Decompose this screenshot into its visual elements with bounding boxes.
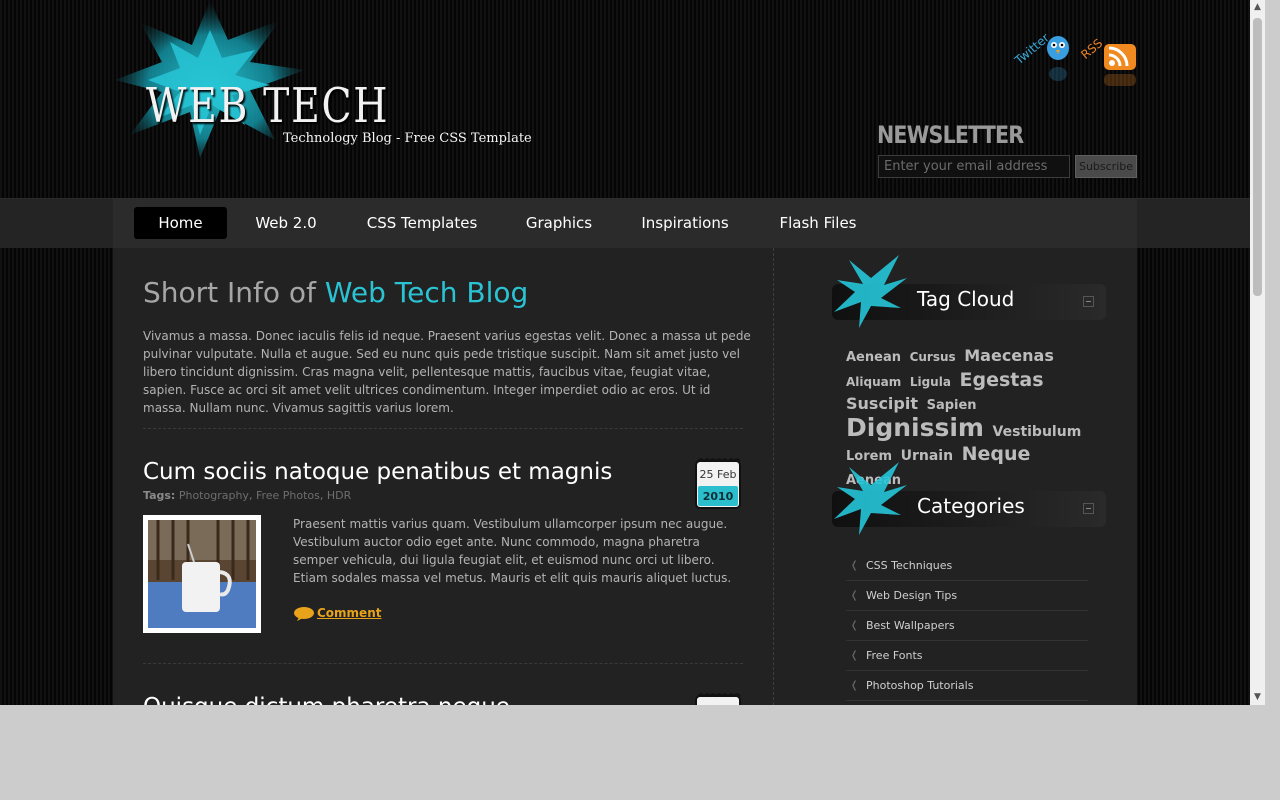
bullet-icon: ❬ <box>850 650 859 661</box>
speech-bubble-icon <box>294 606 314 621</box>
bullet-icon: ❬ <box>850 560 859 571</box>
tag-link-free-photos[interactable]: Free Photos <box>256 489 320 502</box>
rss-link[interactable]: RSS <box>1078 36 1105 62</box>
minimize-icon[interactable] <box>1083 503 1094 514</box>
site-title[interactable]: WEB TECH <box>146 78 389 134</box>
intro-text: Vivamus a massa. Donec iaculis felis id … <box>143 329 751 415</box>
intro-title-accent: Web Tech Blog <box>324 276 529 309</box>
category-item[interactable]: ❬ Web Design Tips <box>846 581 1088 611</box>
vertical-scrollbar[interactable]: ▲ ▼ <box>1250 0 1265 705</box>
comment-link[interactable]: Comment <box>293 606 381 621</box>
tag-link[interactable]: Ligula <box>910 375 951 389</box>
nav-bar-inner: Home Web 2.0 CSS Templates Graphics Insp… <box>113 199 1137 249</box>
newsletter-email-input[interactable] <box>878 155 1070 178</box>
calendar-icon <box>695 693 741 705</box>
main-nav: Home Web 2.0 CSS Templates Graphics Insp… <box>0 198 1250 249</box>
subscribe-button[interactable]: Subscribe <box>1075 155 1137 178</box>
tag-link[interactable]: Neque <box>962 443 1031 465</box>
bullet-icon: ❬ <box>850 590 859 601</box>
category-item[interactable]: ❬ Photoshop Tutorials <box>846 671 1088 701</box>
date-badge: 25 Feb 2010 <box>695 458 741 510</box>
tag-link[interactable]: Suscipit <box>846 394 918 413</box>
intro-title-plain: Short Info of <box>143 276 325 309</box>
tag-link[interactable]: Sapien <box>927 398 977 413</box>
divider <box>143 663 743 664</box>
category-list: ❬ CSS Techniques ❬ Web Design Tips ❬ Best W… <box>846 551 1088 701</box>
date-day: 25 Feb <box>699 468 737 481</box>
nav-item-graphics[interactable]: Graphics <box>513 207 605 239</box>
category-label: Free Fonts <box>866 649 923 662</box>
scrollbar-thumb[interactable] <box>1253 18 1262 296</box>
date-badge <box>695 693 741 705</box>
window-background <box>0 705 1280 800</box>
twitter-bird-icon[interactable] <box>1044 34 1072 84</box>
post-title[interactable]: Quisque dictum pharetra neque <box>143 694 510 705</box>
site-header: WEB TECH Technology Blog - Free CSS Temp… <box>0 0 1250 198</box>
site-tagline: Technology Blog - Free CSS Template <box>283 131 532 146</box>
tags-label: Tags: <box>143 489 176 502</box>
splash-burst-icon <box>834 462 907 535</box>
tag-link[interactable]: Cursus <box>910 350 956 364</box>
category-label: CSS Techniques <box>866 559 953 572</box>
coffee-cup-image <box>148 520 256 628</box>
scroll-up-icon[interactable]: ▲ <box>1250 0 1265 15</box>
scroll-down-icon[interactable]: ▼ <box>1250 690 1265 705</box>
post-thumbnail[interactable] <box>143 515 261 633</box>
divider <box>143 428 743 429</box>
sidebar: Tag Cloud Aenean Cursus Maecenas Aliquam… <box>774 248 1137 705</box>
bullet-icon: ❬ <box>850 680 859 691</box>
post-tags: Tags: Photography, Free Photos, HDR <box>143 489 352 502</box>
tag-link[interactable]: Aenean <box>846 350 901 365</box>
rss-icon[interactable] <box>1104 44 1136 88</box>
nav-item-home[interactable]: Home <box>134 207 227 239</box>
date-year: 2010 <box>702 490 734 503</box>
nav-item-web-2-0[interactable]: Web 2.0 <box>243 207 329 239</box>
categories-title: Categories <box>917 494 1025 518</box>
comment-label: Comment <box>317 606 382 620</box>
bullet-icon: ❬ <box>850 620 859 631</box>
post-title[interactable]: Cum sociis natoque penatibus et magnis <box>143 459 612 485</box>
tag-cloud-title: Tag Cloud <box>917 287 1015 311</box>
content-area: Short Info of Web Tech Blog Vivamus a ma… <box>113 248 1137 705</box>
category-item[interactable]: ❬ Free Fonts <box>846 641 1088 671</box>
category-label: Web Design Tips <box>866 589 958 602</box>
minimize-icon[interactable] <box>1083 296 1094 307</box>
nav-item-flash-files[interactable]: Flash Files <box>769 207 867 239</box>
tag-link[interactable]: Maecenas <box>964 346 1054 365</box>
tag-link[interactable]: Vestibulum <box>993 424 1082 440</box>
splash-burst-icon <box>834 255 907 328</box>
post-excerpt: Praesent mattis varius quam. Vestibulum … <box>293 517 732 585</box>
tag-link[interactable]: Aliquam <box>846 375 901 389</box>
category-item[interactable]: ❬ Best Wallpapers <box>846 611 1088 641</box>
nav-item-inspirations[interactable]: Inspirations <box>629 207 741 239</box>
main-column: Short Info of Web Tech Blog Vivamus a ma… <box>113 248 773 705</box>
tag-link-hdr[interactable]: HDR <box>327 489 351 502</box>
newsletter-title: NEWSLETTER <box>877 121 1024 149</box>
category-item[interactable]: ❬ CSS Techniques <box>846 551 1088 581</box>
tag-link[interactable]: Egestas <box>960 369 1044 391</box>
tag-link[interactable]: Dignissim <box>846 413 984 442</box>
tag-link-photography[interactable]: Photography <box>179 489 249 502</box>
browser-viewport: WEB TECH Technology Blog - Free CSS Temp… <box>0 0 1250 705</box>
category-label: Photoshop Tutorials <box>866 679 974 692</box>
category-label: Best Wallpapers <box>866 619 955 632</box>
intro-title: Short Info of Web Tech Blog <box>143 276 528 309</box>
nav-item-css-templates[interactable]: CSS Templates <box>357 207 487 239</box>
